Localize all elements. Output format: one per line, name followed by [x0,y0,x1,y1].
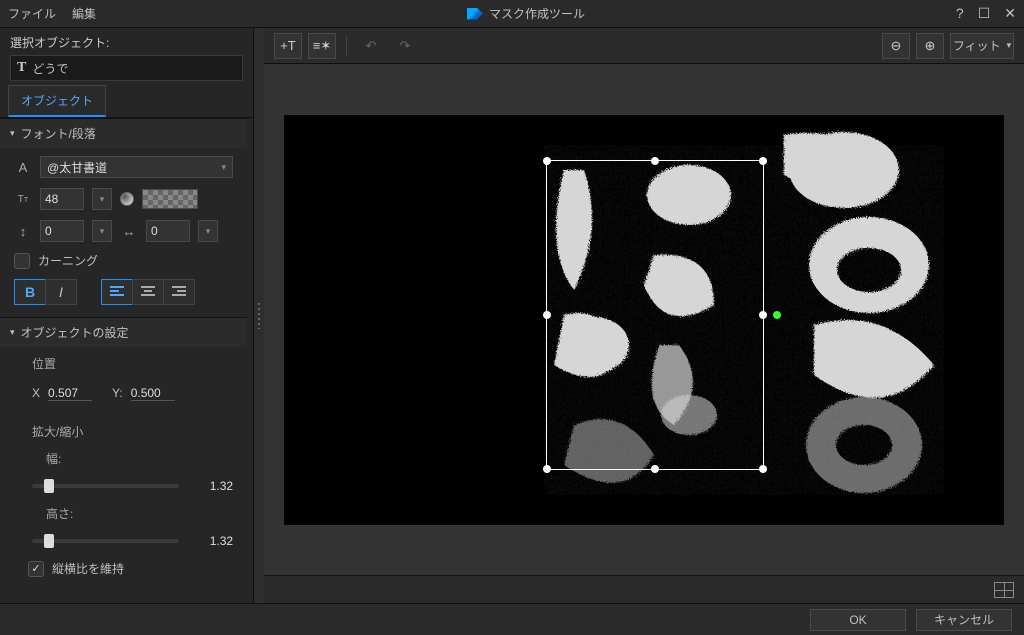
section-object-header[interactable]: ▾ オブジェクトの設定 [0,318,247,347]
status-bar [264,575,1024,603]
footer: OK キャンセル [0,603,1024,635]
add-shape-icon: ≡✶ [313,38,331,54]
panel-splitter[interactable] [254,28,264,603]
tab-object[interactable]: オブジェクト [8,85,106,117]
font-size-icon: TT [14,194,32,205]
resize-handle-e[interactable] [759,311,767,319]
canvas-toolbar: +T ≡✶ ↶ ↷ ⊖ ⊕ フィット ▾ [264,28,1024,64]
zoom-fit-dropdown[interactable]: フィット ▾ [950,33,1014,59]
chevron-down-icon: ▾ [100,194,105,205]
height-label: 高さ: [14,505,233,522]
kerning-checkbox[interactable] [14,253,30,269]
keep-aspect-checkbox[interactable] [28,561,44,577]
chevron-down-icon: ▾ [206,226,211,237]
pos-y-input[interactable]: 0.500 [131,386,175,401]
keep-aspect-label: 縦横比を維持 [52,560,124,577]
menu-file[interactable]: ファイル [8,5,56,22]
add-shape-button[interactable]: ≡✶ [308,33,336,59]
add-text-button[interactable]: +T [274,33,302,59]
selection-label: 選択オブジェクト: [0,28,253,55]
text-object-icon: T [17,60,26,76]
height-value[interactable]: 1.32 [189,534,233,548]
section-font-title: フォント/段落 [21,125,96,142]
align-right-icon [172,286,186,298]
add-text-icon: +T [280,38,296,53]
app-title: マスク作成ツール [489,5,585,22]
chevron-down-icon: ▾ [100,226,105,237]
resize-handle-nw[interactable] [543,157,551,165]
resize-handle-w[interactable] [543,311,551,319]
font-size-dropdown-button[interactable]: ▾ [92,188,112,210]
resize-handle-s[interactable] [651,465,659,473]
align-right-button[interactable] [163,279,195,305]
undo-icon: ↶ [366,38,377,54]
italic-button[interactable]: I [45,279,77,305]
resize-handle-sw[interactable] [543,465,551,473]
align-left-icon [110,286,124,298]
properties-scroll[interactable]: ▾ フォント/段落 A @太甘書道 ▾ TT 48 ▾ [0,118,253,603]
titlebar: ファイル 編集 マスク作成ツール ? ☐ ✕ [0,0,1024,28]
position-label: 位置 [14,355,233,372]
pos-x-input[interactable]: 0.507 [48,386,92,401]
slider-thumb[interactable] [44,479,54,493]
menu-edit[interactable]: 編集 [72,5,96,22]
scale-label: 拡大/縮小 [14,423,233,440]
selection-box[interactable] [546,160,764,470]
width-value[interactable]: 1.32 [189,479,233,493]
close-icon[interactable]: ✕ [1004,5,1016,22]
chevron-down-icon: ▾ [1007,40,1012,51]
width-slider[interactable] [32,484,179,488]
selected-object-name: どうで [32,60,68,77]
align-left-button[interactable] [101,279,133,305]
width-label: 幅: [14,450,233,467]
char-spacing-dropdown-button[interactable]: ▾ [198,220,218,242]
slider-thumb[interactable] [44,534,54,548]
align-center-icon [141,286,155,298]
chevron-down-icon: ▾ [10,327,15,338]
zoom-in-button[interactable]: ⊕ [916,33,944,59]
maximize-icon[interactable]: ☐ [978,5,991,22]
grid-toggle-icon[interactable] [994,582,1014,598]
char-spacing-input[interactable]: 0 [146,220,190,242]
kerning-label: カーニング [38,252,98,269]
resize-handle-se[interactable] [759,465,767,473]
cancel-button[interactable]: キャンセル [916,609,1012,631]
redo-button[interactable]: ↷ [391,33,419,59]
color-swatch-icon[interactable] [120,192,134,206]
font-family-value: @太甘書道 [47,159,107,176]
app-logo-icon [467,8,483,20]
line-spacing-dropdown-button[interactable]: ▾ [92,220,112,242]
chevron-down-icon: ▾ [10,128,15,139]
align-center-button[interactable] [132,279,164,305]
zoom-out-icon: ⊖ [891,38,902,54]
zoom-fit-label: フィット [953,37,1001,54]
font-family-icon: A [14,160,32,175]
canvas-viewport[interactable] [264,64,1024,575]
section-font-header[interactable]: ▾ フォント/段落 [0,119,247,148]
zoom-in-icon: ⊕ [925,38,936,54]
zoom-out-button[interactable]: ⊖ [882,33,910,59]
canvas[interactable] [284,115,1004,525]
ok-button[interactable]: OK [810,609,906,631]
resize-handle-ne[interactable] [759,157,767,165]
font-size-input[interactable]: 48 [40,188,84,210]
texture-swatch[interactable] [142,189,198,209]
undo-button[interactable]: ↶ [357,33,385,59]
line-spacing-input[interactable]: 0 [40,220,84,242]
left-panel: 選択オブジェクト: T どうで オブジェクト ▾ フォント/段落 A @太甘書道 [0,28,254,603]
height-slider[interactable] [32,539,179,543]
selected-object-field[interactable]: T どうで [10,55,243,81]
line-spacing-icon: ↕ [14,224,32,239]
resize-handle-n[interactable] [651,157,659,165]
bold-button[interactable]: B [14,279,46,305]
help-icon[interactable]: ? [956,5,964,22]
section-object-title: オブジェクトの設定 [21,324,129,341]
char-spacing-icon: ↔ [120,224,138,239]
pos-x-label: X [32,386,40,400]
redo-icon: ↷ [400,38,411,54]
font-family-dropdown[interactable]: @太甘書道 ▾ [40,156,233,178]
rotate-handle[interactable] [773,311,781,319]
chevron-down-icon: ▾ [222,162,227,173]
pos-y-label: Y: [112,386,123,400]
